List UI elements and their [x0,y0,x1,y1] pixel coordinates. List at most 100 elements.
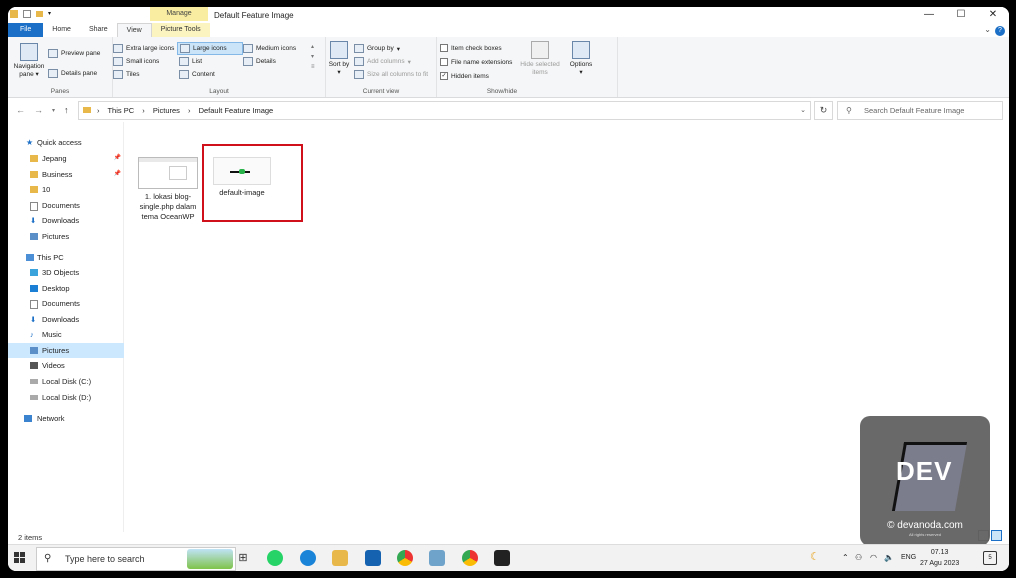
people-icon[interactable]: ⚇ [855,553,862,562]
language-indicator[interactable]: ENG [901,554,916,561]
chevron-down-icon[interactable]: ⌄ [984,25,991,34]
search-input[interactable]: ⚲ Search Default Feature Image [837,101,1003,120]
extra-large-icons-button[interactable]: Extra large icons [113,44,174,53]
tiles-button[interactable]: Tiles [113,70,139,79]
nav-network[interactable]: Network [8,411,124,426]
file-item[interactable]: 1. lokasi blog-single.php dalam tema Oce… [137,157,199,222]
wifi-icon[interactable]: ◠ [870,553,877,562]
checkbox-icon [440,44,448,52]
options-button[interactable]: Options ▾ [567,41,595,76]
nav-item-local-disk-c[interactable]: Local Disk (C:) [8,374,124,389]
group-by-button[interactable]: Group by ▾ [354,44,400,53]
breadcrumb-pictures[interactable]: Pictures [153,106,180,115]
nav-item-downloads[interactable]: ⬇ Downloads [8,213,124,228]
tab-file[interactable]: File [8,23,44,37]
sort-by-button[interactable]: Sort by ▾ [328,41,350,76]
speaker-icon[interactable]: 🔈 [884,553,894,562]
nav-quick-access[interactable]: ★ Quick access [8,135,124,150]
taskbar-search-input[interactable]: ⚲ Type here to search [36,547,236,571]
whatsapp-icon[interactable] [267,550,283,566]
small-icons-button[interactable]: Small icons [113,57,159,66]
breadcrumb-current-folder[interactable]: Default Feature Image [199,106,274,115]
nav-item-documents[interactable]: Documents [8,198,124,213]
edge-icon[interactable] [300,550,316,566]
content-button[interactable]: Content [179,70,215,79]
nav-item-videos[interactable]: Videos [8,358,124,373]
nav-item-local-disk-d[interactable]: Local Disk (D:) [8,390,124,405]
tab-home[interactable]: Home [43,23,80,37]
list-icon [179,57,189,66]
address-bar[interactable]: › This PC › Pictures › Default Feature I… [78,101,811,120]
pictures-icon [30,233,38,240]
add-columns-button[interactable]: Add columns ▾ [354,57,411,66]
nav-item-desktop[interactable]: Desktop [8,281,124,296]
weather-icon[interactable]: ☾ [810,550,820,563]
chevron-down-icon[interactable]: ▾ [48,10,54,18]
navigation-pane-button[interactable]: Navigation pane ▾ [12,43,46,78]
nav-item-downloads[interactable]: ⬇ Downloads [8,312,124,327]
back-arrow-icon[interactable]: ← [16,105,25,115]
nav-item-business[interactable]: Business 📌 [8,167,124,182]
taskbar: ⚲ Type here to search ⊞ ☾ ⌃ ⚇ ◠ 🔈 ENG 07… [8,544,1009,571]
details-button[interactable]: Details [243,57,276,66]
explorer-window: ▾ Manage Default Feature Image — ☐ ✕ Fil… [8,7,1009,571]
preview-pane-button[interactable]: Preview pane [48,49,100,58]
large-icons-view-icon[interactable] [991,530,1002,541]
hide-selected-items-button[interactable]: Hide selected items [517,41,563,77]
nav-item-pictures[interactable]: Pictures [8,229,124,244]
item-check-boxes-toggle[interactable]: Item check boxes [440,44,502,52]
window-title: Default Feature Image [214,11,294,20]
size-all-columns-button[interactable]: Size all columns to fit [354,70,428,79]
notes-app-icon[interactable] [429,550,445,566]
chevron-up-icon[interactable]: ⌃ [842,553,849,562]
nav-item-3d-objects[interactable]: 3D Objects [8,265,124,280]
breadcrumb-this-pc[interactable]: This PC [107,106,134,115]
recent-locations-chevron-icon[interactable]: ▾ [52,107,55,114]
nav-label: Business [42,170,73,179]
large-icons-button[interactable]: Large icons [177,42,243,55]
help-icon[interactable]: ? [995,26,1005,36]
group-by-label: Group by [367,45,394,52]
chrome-icon[interactable] [397,550,413,566]
outlook-icon[interactable] [365,550,381,566]
medium-icons-button[interactable]: Medium icons [243,44,296,53]
documents-icon [30,300,38,309]
file-item[interactable]: default-image [211,157,273,198]
maximize-button[interactable]: ☐ [945,7,977,23]
close-button[interactable]: ✕ [977,7,1009,23]
new-folder-icon[interactable] [36,11,43,17]
navigation-pane-label: Navigation pane [13,63,45,78]
nav-item-documents[interactable]: Documents [8,296,124,311]
clock[interactable]: 07.13 27 Agu 2023 [920,547,959,569]
up-arrow-icon[interactable]: ↑ [64,105,69,115]
tab-view[interactable]: View [116,23,152,38]
properties-icon[interactable] [23,10,31,18]
details-pane-button[interactable]: Details pane [48,69,97,78]
nav-item-10[interactable]: 10 [8,182,124,197]
tab-picture-tools[interactable]: Picture Tools [151,23,210,37]
file-name-extensions-label: File name extensions [451,58,513,66]
nav-this-pc[interactable]: This PC [8,250,124,265]
tab-manage[interactable]: Manage [150,7,208,21]
notifications-icon[interactable]: 5 [983,551,997,565]
media-app-icon[interactable] [494,550,510,566]
forward-arrow-icon[interactable]: → [34,105,43,115]
navigation-pane: ★ Quick access Jepang 📌 Business 📌 10 Docum… [8,131,124,531]
file-explorer-icon[interactable] [332,550,348,566]
refresh-button[interactable]: ↻ [814,101,833,120]
nav-item-pictures[interactable]: Pictures [8,343,124,358]
chevron-down-icon[interactable]: ⌄ [800,102,806,119]
hidden-items-toggle[interactable]: ✓ Hidden items [440,72,489,80]
nav-item-jepang[interactable]: Jepang 📌 [8,151,124,166]
computer-icon [26,254,34,261]
checkbox-checked-icon: ✓ [440,72,448,80]
list-button[interactable]: List [179,57,202,66]
file-name-extensions-toggle[interactable]: File name extensions [440,58,512,66]
chrome-icon[interactable] [462,550,478,566]
tab-share[interactable]: Share [80,23,117,37]
windows-start-icon[interactable] [14,552,26,564]
minimize-button[interactable]: — [913,7,945,23]
task-view-icon[interactable]: ⊞ [235,550,251,566]
nav-item-music[interactable]: ♪ Music [8,327,124,342]
layout-scroll[interactable]: ▴ ▾ ≡ [311,42,315,72]
